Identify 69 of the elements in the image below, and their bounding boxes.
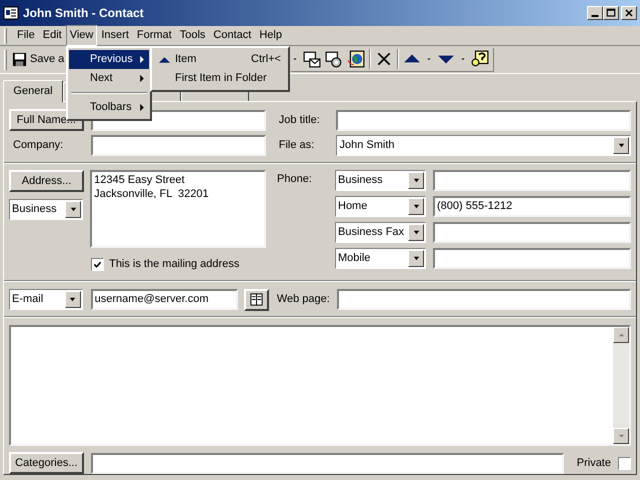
input-field[interactable]: (800) 555-1212: [433, 196, 631, 217]
caret-down-icon: [412, 202, 420, 211]
close-icon: [623, 7, 635, 19]
field-label: Web page:: [276, 292, 331, 308]
contact-card-icon: [3, 5, 19, 21]
checkbox[interactable]: [618, 456, 631, 470]
field-label: Private: [576, 456, 611, 471]
window-title: John Smith - Contact: [23, 5, 144, 22]
address-box[interactable]: 12345 Easy Street Jacksonville, FL 32201: [90, 170, 266, 248]
input-field[interactable]: [433, 222, 631, 243]
submenu-arrow-icon: [138, 103, 146, 112]
input-field[interactable]: [90, 452, 564, 474]
minimize-icon: [591, 15, 599, 17]
card-envelope-icon[interactable]: [303, 50, 321, 68]
card-gear-icon[interactable]: [325, 50, 343, 68]
submenu-arrow-icon: [138, 55, 146, 64]
dropdown[interactable]: Business: [9, 199, 83, 220]
submenu-arrow-icon: [138, 74, 146, 83]
input-field[interactable]: [336, 289, 631, 310]
menu-item[interactable]: Item Ctrl+<: [153, 50, 287, 69]
menu-item[interactable]: Edit: [38, 25, 66, 46]
input-field[interactable]: [90, 135, 266, 156]
caret-down-icon: [68, 295, 78, 304]
caret-down-icon: [412, 228, 420, 237]
field-label: Company:: [12, 138, 64, 154]
tab[interactable]: General: [3, 80, 63, 102]
menu-item[interactable]: Format: [132, 25, 176, 46]
input-field[interactable]: username@server.com: [90, 289, 238, 310]
dropdown[interactable]: Business: [335, 170, 426, 191]
menu-item[interactable]: Next: [69, 69, 149, 88]
field-label: File as:: [278, 138, 316, 154]
help-card-icon[interactable]: [471, 50, 489, 68]
maximize-button[interactable]: [603, 6, 619, 20]
menu-item[interactable]: Contact: [209, 25, 256, 46]
notes-box[interactable]: [9, 324, 631, 446]
maximize-icon: [605, 7, 617, 19]
open-book-icon: [248, 292, 264, 307]
menu-item[interactable]: Insert: [97, 25, 133, 46]
button[interactable]: Address...: [9, 170, 84, 192]
scroll-bar[interactable]: [613, 326, 629, 444]
caret-down-icon: [68, 205, 78, 214]
menu-item[interactable]: File: [13, 25, 39, 46]
minimize-button[interactable]: [587, 6, 603, 20]
globe-document-icon[interactable]: [347, 50, 365, 68]
button[interactable]: Categories...: [9, 452, 84, 474]
checkbox-label: This is the mailing address: [109, 257, 240, 272]
field-label: Phone:: [277, 172, 313, 187]
input-field[interactable]: [433, 248, 631, 269]
close-x-icon[interactable]: [375, 50, 393, 68]
input-field[interactable]: [336, 110, 631, 130]
checkbox[interactable]: [91, 258, 104, 271]
menu-item[interactable]: First Item in Folder: [153, 69, 287, 88]
dropdown[interactable]: E-mail: [9, 289, 83, 310]
caret-down-icon: [412, 254, 420, 263]
save-button[interactable]: Save a: [11, 51, 67, 68]
dropdown[interactable]: Home: [335, 196, 426, 217]
address-book-button[interactable]: [244, 288, 269, 310]
field-label: Job title:: [278, 112, 321, 128]
menu-item[interactable]: Help: [255, 25, 286, 46]
dropdown[interactable]: John Smith: [336, 135, 631, 156]
menu-item[interactable]: View: [66, 25, 98, 46]
dropdown[interactable]: Business Fax: [335, 222, 426, 243]
input-field[interactable]: [433, 170, 631, 191]
menu-item[interactable]: Previous: [69, 50, 149, 69]
caret-down-icon: [412, 176, 420, 185]
caret-down-icon: [616, 141, 626, 150]
close-button[interactable]: [621, 6, 637, 20]
menu-item[interactable]: Tools: [176, 25, 210, 46]
dropdown[interactable]: Mobile: [335, 248, 426, 269]
